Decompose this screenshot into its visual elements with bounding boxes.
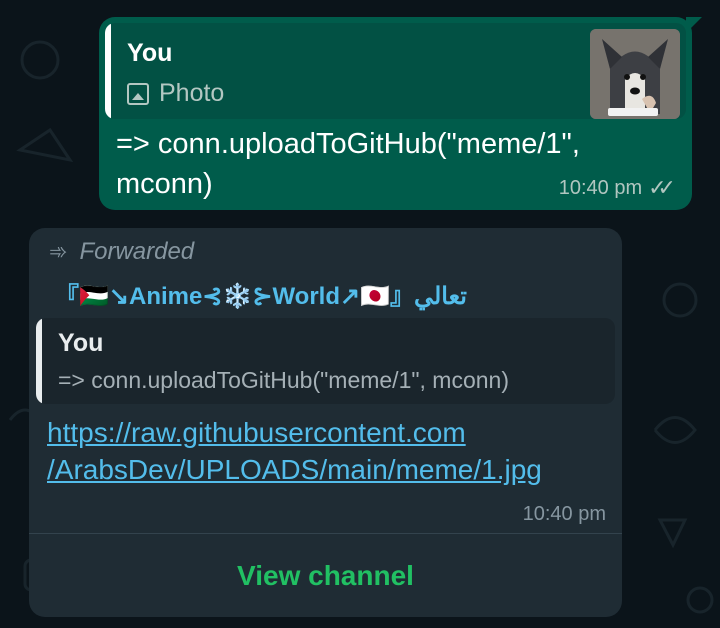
forwarded-indicator: ➾ Forwarded: [49, 238, 194, 266]
forward-arrows-icon: ➾: [49, 239, 68, 264]
message-link[interactable]: https://raw.githubusercontent.com /Arabs…: [47, 414, 607, 488]
link-line-2[interactable]: /ArabsDev/UPLOADS/main/meme/1.jpg: [47, 451, 607, 488]
link-line-1[interactable]: https://raw.githubusercontent.com: [47, 414, 607, 451]
forwarded-label: Forwarded: [79, 238, 195, 265]
husky-meme-image: [590, 29, 680, 119]
quoted-sender-name: You: [127, 39, 173, 67]
quoted-attachment-label: Photo: [159, 79, 225, 107]
bubble-tail: [686, 17, 702, 33]
message-time: 10:40 pm: [558, 176, 643, 199]
quoted-sender-name: You: [58, 329, 104, 357]
message-meta: 10:40 pm ✓✓: [559, 175, 676, 201]
quoted-text: => conn.uploadToGitHub("meme/1", mconn): [58, 367, 510, 393]
message-time: 10:40 pm: [522, 503, 606, 525]
forwarded-message-bubble[interactable]: ➾ Forwarded 『🇵🇸↘Anime⊰❄️⊱World↗🇯🇵』تعالي …: [29, 228, 622, 617]
quote-bar: [36, 318, 42, 404]
quoted-photo-thumbnail[interactable]: [590, 29, 680, 119]
thumbnail-caption: [608, 108, 658, 116]
view-channel-button[interactable]: View channel: [29, 534, 622, 617]
message-text: => conn.uploadToGitHub("meme/1", mconn): [116, 128, 580, 200]
double-check-icon: ✓✓: [648, 175, 676, 200]
quote-bar: [105, 23, 111, 119]
quoted-attachment: Photo: [127, 79, 224, 108]
channel-name[interactable]: 『🇵🇸↘Anime⊰❄️⊱World↗🇯🇵』تعالي: [55, 276, 602, 311]
outgoing-message-bubble[interactable]: You Photo => conn.uploadToGitHub("meme/1…: [99, 17, 702, 210]
quoted-reply[interactable]: You => conn.uploadToGitHub("meme/1", mco…: [36, 318, 615, 404]
quoted-reply[interactable]: You Photo: [105, 23, 686, 119]
photo-icon: [127, 82, 149, 105]
